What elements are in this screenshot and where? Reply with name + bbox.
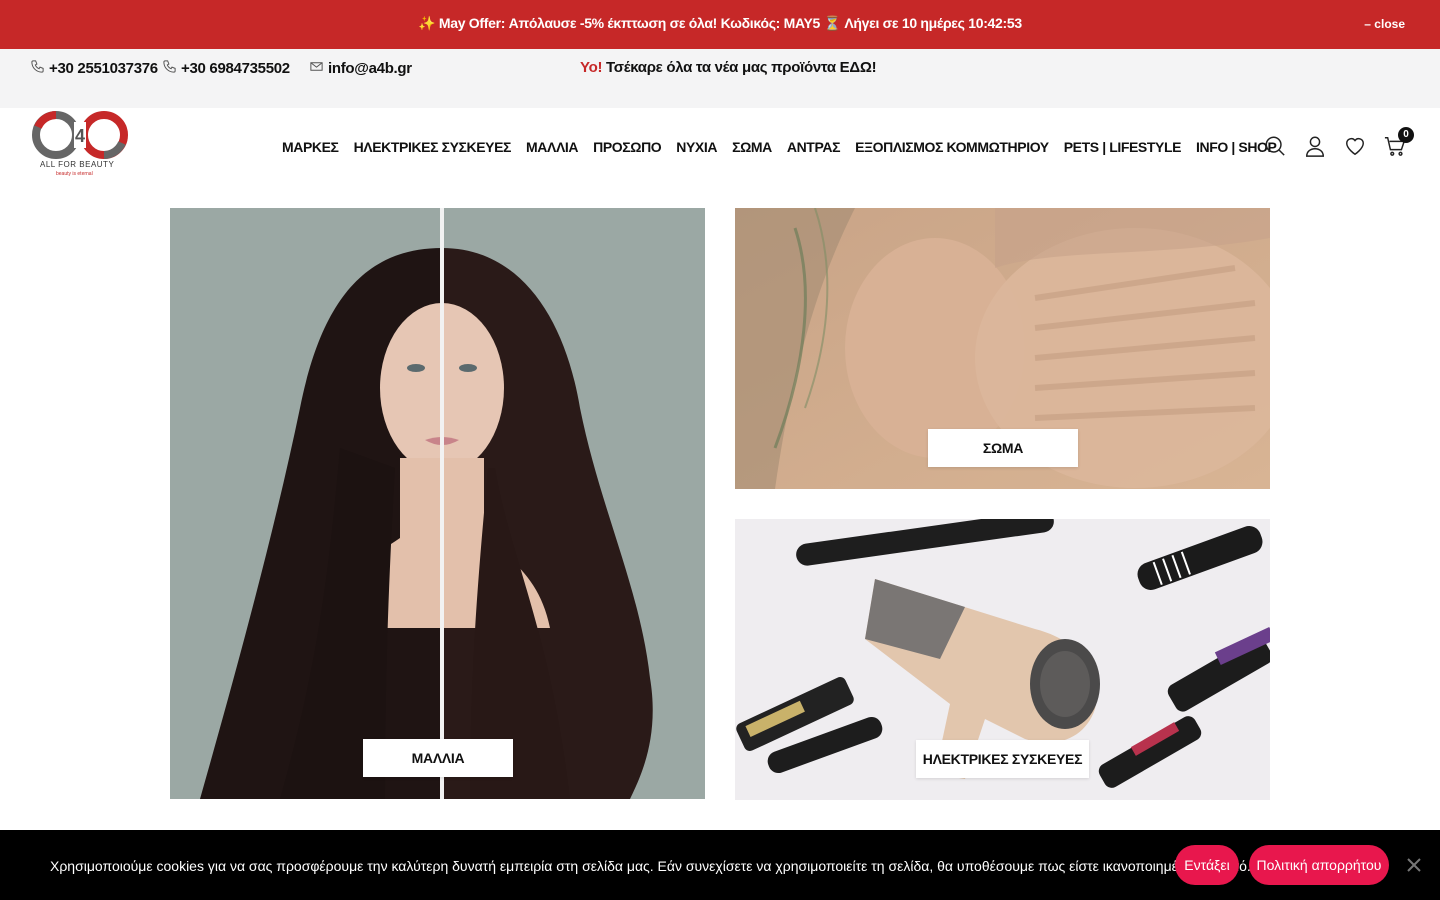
- category-tile-electrical[interactable]: ΗΛΕΚΤΡΙΚΕΣ ΣΥΣΚΕΥΕΣ: [735, 519, 1270, 800]
- logo-subtagline: beauty is eternal: [56, 171, 93, 177]
- nav-item-hair[interactable]: ΜΑΛΛΙΑ: [526, 139, 578, 155]
- news-text: Τσέκαρε όλα τα νέα μας προϊόντα ΕΔΩ!: [606, 59, 877, 76]
- nav-item-men[interactable]: ΑΝΤΡΑΣ: [787, 139, 841, 155]
- electrical-category-button[interactable]: ΗΛΕΚΤΡΙΚΕΣ ΣΥΣΚΕΥΕΣ: [916, 740, 1089, 778]
- cart-icon[interactable]: 0: [1384, 127, 1414, 157]
- hair-model-image: [170, 208, 705, 799]
- hair-category-button[interactable]: ΜΑΛΛΙΑ: [363, 739, 513, 777]
- close-icon[interactable]: [1406, 857, 1422, 873]
- contact-bar: +30 2551037376 +30 6984735502 info@a4b.g…: [0, 49, 1440, 108]
- email-address: info@a4b.gr: [328, 60, 412, 77]
- promo-close-button[interactable]: – close: [1364, 17, 1405, 31]
- email-link[interactable]: info@a4b.gr: [309, 59, 412, 78]
- nav-item-electrical[interactable]: ΗΛΕΚΤΡΙΚΕΣ ΣΥΣΚΕΥΕΣ: [354, 139, 512, 155]
- logo-mark: 4: [32, 111, 128, 159]
- search-icon[interactable]: [1264, 135, 1286, 157]
- logo-digit: 4: [75, 126, 85, 146]
- main-nav: ΜΑΡΚΕΣ ΗΛΕΚΤΡΙΚΕΣ ΣΥΣΚΕΥΕΣ ΜΑΛΛΙΑ ΠΡΟΣΩΠ…: [282, 139, 1291, 155]
- header-actions: 0: [1264, 127, 1414, 157]
- promo-message: ✨ May Offer: Απόλαυσε -5% έκπτωση σε όλα…: [418, 15, 1022, 31]
- body-category-button[interactable]: ΣΩΜΑ: [928, 429, 1078, 467]
- cookie-message: Χρησιμοποιούμε cookies για να σας προσφέ…: [50, 858, 1251, 874]
- nav-item-pets-lifestyle[interactable]: PETS | LIFESTYLE: [1064, 139, 1182, 155]
- category-tile-body[interactable]: ΣΩΜΑ: [735, 208, 1270, 489]
- phone-icon: [162, 59, 177, 78]
- promo-bar: ✨ May Offer: Απόλαυσε -5% έκπτωση σε όλα…: [0, 0, 1440, 49]
- phone-number-1: +30 2551037376: [49, 60, 158, 77]
- phone-link-1[interactable]: +30 2551037376: [30, 59, 158, 78]
- cart-count-badge: 0: [1398, 127, 1414, 143]
- cookie-consent-bar: Χρησιμοποιούμε cookies για να σας προσφέ…: [0, 830, 1440, 900]
- nav-item-face[interactable]: ΠΡΟΣΩΠΟ: [593, 139, 662, 155]
- mail-icon: [309, 59, 324, 78]
- account-icon[interactable]: [1304, 135, 1326, 157]
- wishlist-heart-icon[interactable]: [1344, 135, 1366, 157]
- cookie-accept-button[interactable]: Εντάξει: [1175, 845, 1239, 885]
- nav-item-salon-equipment[interactable]: ΕΞΟΠΛΙΣΜΟΣ ΚΟΜΜΩΤΗΡΙΟΥ: [855, 139, 1049, 155]
- new-products-link[interactable]: Yo! Τσέκαρε όλα τα νέα μας προϊόντα ΕΔΩ!: [580, 59, 877, 76]
- category-tile-hair[interactable]: ΜΑΛΛΙΑ: [170, 208, 705, 799]
- nav-item-nails[interactable]: ΝΥΧΙΑ: [676, 139, 717, 155]
- nav-item-brands[interactable]: ΜΑΡΚΕΣ: [282, 139, 339, 155]
- news-highlight: Yo!: [580, 59, 603, 76]
- logo-tagline: ALL FOR BEAUTY: [40, 160, 115, 169]
- privacy-policy-button[interactable]: Πολιτική απορρήτου: [1249, 845, 1389, 885]
- site-logo[interactable]: 4 ALL FOR BEAUTY beauty is eternal: [30, 110, 130, 178]
- site-header: 4 ALL FOR BEAUTY beauty is eternal ΜΑΡΚΕ…: [0, 108, 1440, 188]
- nav-item-body[interactable]: ΣΩΜΑ: [732, 139, 772, 155]
- phone-number-2: +30 6984735502: [181, 60, 290, 77]
- phone-icon: [30, 59, 45, 78]
- phone-link-2[interactable]: +30 6984735502: [162, 59, 290, 78]
